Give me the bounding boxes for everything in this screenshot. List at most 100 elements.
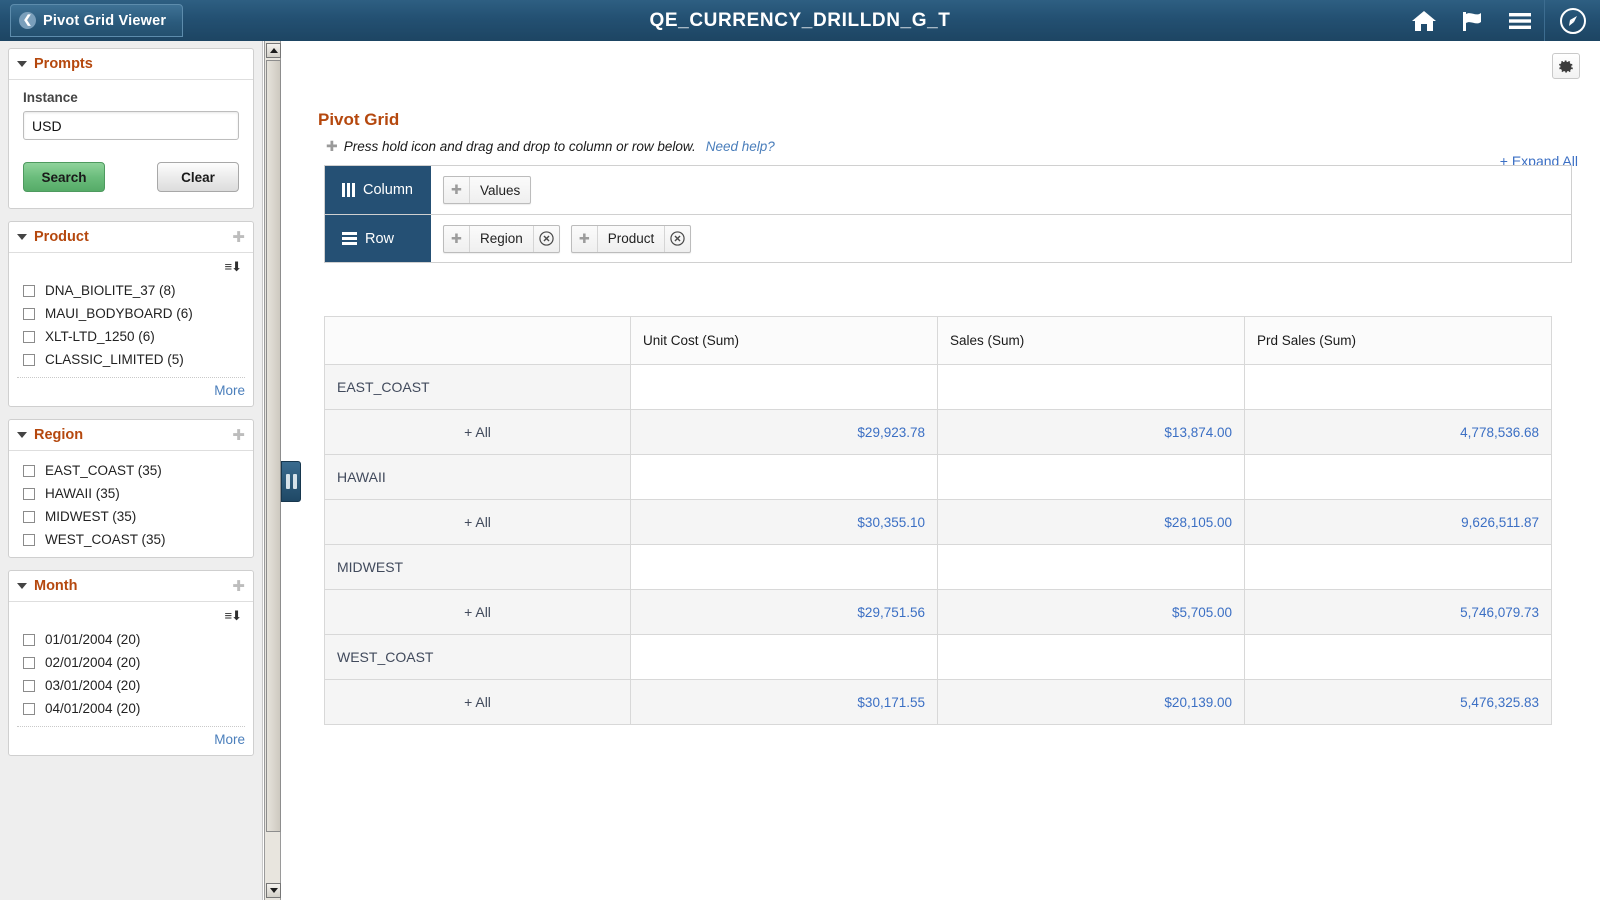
row-label-all[interactable]: + All bbox=[324, 499, 631, 545]
column-header[interactable]: Unit Cost (Sum) bbox=[630, 316, 938, 365]
search-button[interactable]: Search bbox=[23, 162, 105, 192]
facet-option[interactable]: HAWAII (35) bbox=[9, 482, 253, 505]
cell-value[interactable]: 5,746,079.73 bbox=[1244, 589, 1552, 635]
facet-region-header[interactable]: Region ✚ bbox=[9, 420, 253, 451]
remove-chip-icon[interactable] bbox=[532, 225, 559, 252]
facet-option[interactable]: 04/01/2004 (20) bbox=[9, 697, 253, 720]
row-label-all[interactable]: + All bbox=[324, 679, 631, 725]
checkbox-icon[interactable] bbox=[23, 284, 35, 297]
column-header[interactable]: Sales (Sum) bbox=[937, 316, 1245, 365]
row-label[interactable]: EAST_COAST bbox=[324, 364, 631, 410]
drag-hint-text: Press hold icon and drag and drop to col… bbox=[343, 139, 696, 154]
cell-value[interactable]: $13,874.00 bbox=[937, 409, 1245, 455]
instance-label: Instance bbox=[23, 90, 78, 105]
dropzone-column-row[interactable]: Column ✚ Values bbox=[325, 166, 1571, 214]
cell-value[interactable]: $30,171.55 bbox=[630, 679, 938, 725]
cell-value[interactable]: $29,751.56 bbox=[630, 589, 938, 635]
checkbox-icon[interactable] bbox=[23, 679, 35, 692]
dropzone-column-chips[interactable]: ✚ Values bbox=[431, 166, 1571, 214]
table-row[interactable]: HAWAII bbox=[324, 454, 1552, 500]
cell-value[interactable]: 4,778,536.68 bbox=[1244, 409, 1552, 455]
facet-option[interactable]: MIDWEST (35) bbox=[9, 505, 253, 528]
facet-option[interactable]: DNA_BIOLITE_37 (8) bbox=[9, 279, 253, 302]
table-row[interactable]: WEST_COAST bbox=[324, 634, 1552, 680]
caret-down-icon bbox=[17, 234, 27, 240]
cell-value[interactable]: $29,923.78 bbox=[630, 409, 938, 455]
row-label[interactable]: HAWAII bbox=[324, 454, 631, 500]
row-label-all[interactable]: + All bbox=[324, 589, 631, 635]
table-row[interactable]: + All $29,751.56 $5,705.00 5,746,079.73 bbox=[324, 589, 1552, 635]
instance-input[interactable] bbox=[23, 111, 239, 140]
cell-value[interactable]: $30,355.10 bbox=[630, 499, 938, 545]
row-label[interactable]: MIDWEST bbox=[324, 544, 631, 590]
column-header[interactable]: Prd Sales (Sum) bbox=[1244, 316, 1552, 365]
more-link[interactable]: More bbox=[214, 732, 245, 747]
flag-icon[interactable] bbox=[1448, 0, 1496, 41]
table-row[interactable]: + All $29,923.78 $13,874.00 4,778,536.68 bbox=[324, 409, 1552, 455]
checkbox-icon[interactable] bbox=[23, 307, 35, 320]
checkbox-icon[interactable] bbox=[23, 487, 35, 500]
caret-down-icon bbox=[17, 432, 27, 438]
settings-gear-button[interactable] bbox=[1552, 53, 1580, 79]
clear-button[interactable]: Clear bbox=[157, 162, 239, 192]
facet-month-header[interactable]: Month ✚ bbox=[9, 571, 253, 602]
remove-chip-icon[interactable] bbox=[664, 225, 690, 252]
column-header[interactable] bbox=[324, 316, 631, 365]
facet-option[interactable]: 01/01/2004 (20) bbox=[9, 628, 253, 651]
checkbox-icon[interactable] bbox=[23, 330, 35, 343]
move-handle-icon[interactable]: ✚ bbox=[572, 225, 598, 252]
dropzone-row-row[interactable]: Row ✚ Region ✚ Product bbox=[325, 214, 1571, 262]
row-label-all[interactable]: + All bbox=[324, 409, 631, 455]
facet-option[interactable]: 02/01/2004 (20) bbox=[9, 651, 253, 674]
prompts-panel: Prompts Instance Search Clear bbox=[8, 48, 254, 209]
checkbox-icon[interactable] bbox=[23, 702, 35, 715]
dropzone-row-chips[interactable]: ✚ Region ✚ Product bbox=[431, 215, 1571, 262]
facet-option[interactable]: MAUI_BODYBOARD (6) bbox=[9, 302, 253, 325]
checkbox-icon[interactable] bbox=[23, 464, 35, 477]
cell-value[interactable]: $28,105.00 bbox=[937, 499, 1245, 545]
facet-product-header[interactable]: Product ✚ bbox=[9, 222, 253, 253]
scroll-up-button[interactable] bbox=[266, 43, 281, 58]
home-icon[interactable] bbox=[1400, 0, 1448, 41]
move-handle-icon[interactable]: ✚ bbox=[232, 428, 245, 443]
back-to-pivot-grid-viewer-button[interactable]: ❮ Pivot Grid Viewer bbox=[10, 4, 184, 37]
facet-option[interactable]: WEST_COAST (35) bbox=[9, 528, 253, 551]
chip-product[interactable]: ✚ Product bbox=[570, 224, 692, 253]
sidebar-scrollbar[interactable] bbox=[264, 41, 281, 900]
need-help-link[interactable]: Need help? bbox=[706, 139, 775, 154]
sort-icon[interactable]: ≡⬇ bbox=[225, 259, 243, 275]
checkbox-icon[interactable] bbox=[23, 656, 35, 669]
checkbox-icon[interactable] bbox=[23, 533, 35, 546]
sidebar-collapse-handle[interactable] bbox=[281, 461, 301, 502]
checkbox-icon[interactable] bbox=[23, 353, 35, 366]
chip-values[interactable]: ✚ Values bbox=[443, 176, 532, 204]
checkbox-icon[interactable] bbox=[23, 510, 35, 523]
more-link[interactable]: More bbox=[214, 383, 245, 398]
facet-product-sort-row: ≡⬇ bbox=[9, 257, 253, 279]
facet-option[interactable]: EAST_COAST (35) bbox=[9, 459, 253, 482]
scrollbar-thumb[interactable] bbox=[266, 60, 281, 832]
facet-option[interactable]: 03/01/2004 (20) bbox=[9, 674, 253, 697]
checkbox-icon[interactable] bbox=[23, 633, 35, 646]
table-row[interactable]: + All $30,355.10 $28,105.00 9,626,511.87 bbox=[324, 499, 1552, 545]
cell-value[interactable]: 9,626,511.87 bbox=[1244, 499, 1552, 545]
cell-value[interactable]: $20,139.00 bbox=[937, 679, 1245, 725]
sort-icon[interactable]: ≡⬇ bbox=[225, 608, 243, 624]
move-handle-icon[interactable]: ✚ bbox=[444, 177, 470, 203]
facet-option[interactable]: CLASSIC_LIMITED (5) bbox=[9, 348, 253, 371]
move-handle-icon[interactable]: ✚ bbox=[444, 225, 470, 252]
cell-value[interactable]: 5,476,325.83 bbox=[1244, 679, 1552, 725]
move-handle-icon[interactable]: ✚ bbox=[232, 579, 245, 594]
move-handle-icon[interactable]: ✚ bbox=[232, 230, 245, 245]
table-row[interactable]: + All $30,171.55 $20,139.00 5,476,325.83 bbox=[324, 679, 1552, 725]
table-row[interactable]: MIDWEST bbox=[324, 544, 1552, 590]
menu-icon[interactable] bbox=[1496, 0, 1544, 41]
scroll-down-button[interactable] bbox=[266, 883, 281, 898]
row-label[interactable]: WEST_COAST bbox=[324, 634, 631, 680]
cell-value[interactable]: $5,705.00 bbox=[937, 589, 1245, 635]
table-row[interactable]: EAST_COAST bbox=[324, 364, 1552, 410]
chip-region[interactable]: ✚ Region bbox=[443, 224, 560, 253]
facet-option[interactable]: XLT-LTD_1250 (6) bbox=[9, 325, 253, 348]
navigator-icon[interactable] bbox=[1544, 0, 1600, 41]
prompts-header[interactable]: Prompts bbox=[9, 49, 253, 80]
